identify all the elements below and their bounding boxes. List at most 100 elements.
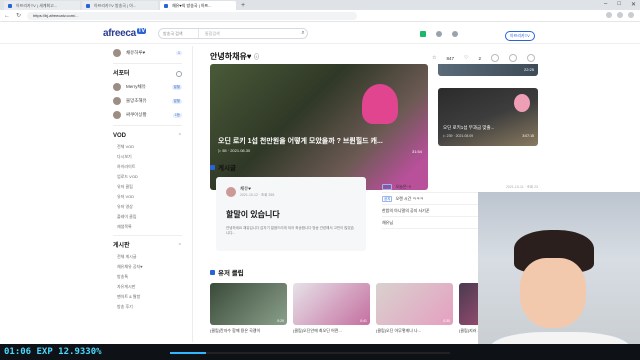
- clip-thumbnail: 0:30: [376, 283, 453, 325]
- supporter-item[interactable]: 물망초해유 열혈: [103, 94, 192, 108]
- new-tab-button[interactable]: +: [241, 1, 245, 10]
- sidebar-link-play-clip[interactable]: 플레이 클립: [103, 212, 192, 222]
- sidebar-link-vod-all[interactable]: 전체 VOD: [103, 142, 192, 152]
- posts-section-title[interactable]: 게시글: [210, 162, 236, 172]
- clip-icon: [210, 270, 215, 275]
- clip-thumbnail: 0:41: [293, 283, 370, 325]
- sidebar-link-review[interactable]: 방송 후기: [103, 302, 192, 312]
- avatar: [226, 187, 236, 197]
- clips-section-title[interactable]: 유저 클립: [210, 267, 244, 277]
- sidebar-link-notice[interactable]: 채유채유 공지♥: [103, 262, 192, 272]
- clip-title: (클립)오딘안에 최오딘 어떤...: [293, 328, 342, 333]
- sidebar-link-user-vod[interactable]: 유저 VOD: [103, 192, 192, 202]
- channel-title-text: 안녕하채유♥: [210, 52, 252, 61]
- featured-video[interactable]: 오딘 로키 1섭 천만원을 어떻게 모았을까 ? 브륀힐드 캐... ▷ 55 …: [210, 64, 428, 190]
- heart-icon: ♡: [464, 55, 469, 61]
- tab-label: 채유♥의 방송국 | 아프...: [172, 3, 212, 8]
- clip-duration: 0:41: [360, 319, 367, 323]
- side-video-title: 오딘 로키1섭 무과금 맞출...: [443, 125, 495, 130]
- sidebar-link-all-posts[interactable]: 전체 게시글: [103, 252, 192, 262]
- address-bar-row: ← ↻ https://bj.afreecatv.com/...: [0, 10, 640, 22]
- vod-section-title[interactable]: VOD ⌃: [103, 130, 192, 142]
- clip-duration: 0:30: [443, 319, 450, 323]
- broadcast-icon[interactable]: [420, 31, 426, 37]
- search-scope-select[interactable]: 방송국 검색: [159, 29, 199, 38]
- maximize-icon[interactable]: □: [617, 1, 621, 8]
- side-video-duration: 3:07:15: [522, 134, 534, 138]
- sidebar-link-upload[interactable]: 업로드 VOD: [103, 172, 192, 182]
- browser-tab-active[interactable]: 채유♥의 방송국 | 아프...: [160, 1, 236, 10]
- board-section-title[interactable]: 게시판 ⌃: [103, 240, 192, 252]
- afreecatv-logo[interactable]: afreeca TV: [103, 28, 147, 39]
- sidebar-link-free-board[interactable]: 자유게시판: [103, 282, 192, 292]
- supporter-badge: 1등: [172, 112, 182, 118]
- post-title: 채유님: [382, 220, 394, 225]
- side-video-top[interactable]: 22:25: [438, 64, 538, 76]
- info-icon[interactable]: [176, 71, 182, 77]
- video-duration: 22:25: [523, 67, 534, 72]
- sidebar-link-user-video[interactable]: 유저 영상: [103, 202, 192, 212]
- clip-card[interactable]: 0:29 (클립)칸자수 함께 용은 곡괭이: [210, 283, 287, 334]
- sidebar-link-playlist[interactable]: 재생목록: [103, 222, 192, 232]
- browser-tab[interactable]: 아프리카TV 방송국 | 아...: [82, 1, 158, 10]
- post-title: 오랜 시간 ㅋㅋㅋ: [395, 196, 424, 201]
- sub-count: 2: [478, 55, 481, 61]
- settings-icon[interactable]: [527, 54, 535, 62]
- section-label: 유저 클립: [218, 270, 244, 277]
- sidebar-link-highlight[interactable]: 하이라이트: [103, 162, 192, 172]
- alarm-icon[interactable]: [509, 54, 517, 62]
- chevron-up-icon[interactable]: ⌃: [178, 240, 182, 252]
- clip-card[interactable]: 0:41 (클립)오딘안에 최오딘 어떤...: [293, 283, 370, 334]
- site-header: afreeca TV 방송국 검색 통합검색 ⌕ 아프리카TV: [0, 22, 640, 44]
- side-video[interactable]: 오딘 로키1섭 무과금 맞출... ▷ 239 · 2021.08.09 3:0…: [438, 88, 538, 146]
- favicon-icon: [8, 4, 12, 8]
- sidebar-link-user-clip[interactable]: 유저 클립: [103, 182, 192, 192]
- featured-video-duration: 31:54: [411, 149, 422, 154]
- browser-tab[interactable]: 아프리카TV | 세계최고...: [4, 1, 80, 10]
- url-field[interactable]: https://bj.afreecatv.com/...: [27, 11, 358, 20]
- featured-post-card[interactable]: 채유♥ 2021-10-12 · 조회 355 할말이 있습니다 안녕하세요 채…: [216, 177, 366, 251]
- chevron-up-icon[interactable]: ⌃: [178, 130, 182, 142]
- post-title: 한밤의 아니멀의 공지 사기꾼: [382, 208, 430, 213]
- refresh-icon[interactable]: ↻: [16, 12, 21, 19]
- favorites-icon[interactable]: [617, 12, 623, 18]
- back-icon[interactable]: ←: [4, 13, 10, 19]
- sidebar-link-replay[interactable]: 다시보기: [103, 152, 192, 162]
- avatar: [113, 97, 121, 105]
- supporter-item[interactable]: 싸쿠아상황 1등: [103, 108, 192, 122]
- user-menu-button[interactable]: 아프리카TV: [505, 31, 535, 41]
- logo-text: afreeca: [103, 28, 136, 39]
- minimize-icon[interactable]: –: [604, 1, 607, 8]
- post-title: 오늘은~!!: [395, 184, 412, 189]
- featured-video-title: 오딘 로키 1섭 천만원을 어떻게 모았을까 ? 브륀힐드 캐...: [218, 138, 383, 145]
- supporter-badge: 열혈: [171, 98, 182, 104]
- post-body: 안녕하세요 채유입니다 갑자기 말씀드리게 되어 죄송합니다 방송 관련해서 고…: [226, 226, 354, 235]
- profile-icon[interactable]: [628, 12, 634, 18]
- channel-sidebar: 채유하루♥ 1 서포터 Merry채유 열혈 물망초해유 열혈 싸쿠아상황 1등…: [103, 46, 193, 342]
- divider: [113, 235, 182, 236]
- info-icon[interactable]: i: [253, 53, 259, 61]
- search-input[interactable]: 통합검색: [199, 31, 299, 37]
- menu-icon[interactable]: [452, 31, 458, 37]
- exp-readout: 01:06 EXP 12.9330%: [4, 347, 102, 357]
- share-icon[interactable]: [491, 54, 499, 62]
- extension-icon[interactable]: [606, 12, 612, 18]
- sidebar-item[interactable]: 채유하루♥ 1: [103, 46, 192, 60]
- close-icon[interactable]: ✕: [631, 1, 636, 8]
- game-exp-hud: 01:06 EXP 12.9330%: [0, 344, 640, 360]
- divider: [113, 63, 182, 64]
- browser-toolbar-icons: [606, 12, 634, 18]
- avatar: [113, 83, 121, 91]
- video-thumbnail-figure: [362, 84, 398, 124]
- notification-icon[interactable]: [436, 31, 442, 37]
- webcam-person-face: [520, 258, 586, 328]
- sidebar-link-talk[interactable]: 방송톡: [103, 272, 192, 282]
- search-icon[interactable]: ⌕: [299, 30, 307, 37]
- featured-video-meta: ▷ 55 · 2021.08.30: [218, 148, 251, 153]
- supporter-item[interactable]: Merry채유 열혈: [103, 80, 192, 94]
- header-icons: [420, 31, 458, 37]
- clip-card[interactable]: 0:30 (클립)오딘 아무렇게나 나...: [376, 283, 453, 334]
- side-video-meta: ▷ 239 · 2021.08.09: [443, 134, 474, 138]
- sidebar-link-fanart[interactable]: 팬아트 & 짤방: [103, 292, 192, 302]
- clip-title: (클립)오딘 아무렇게나 나...: [376, 328, 422, 333]
